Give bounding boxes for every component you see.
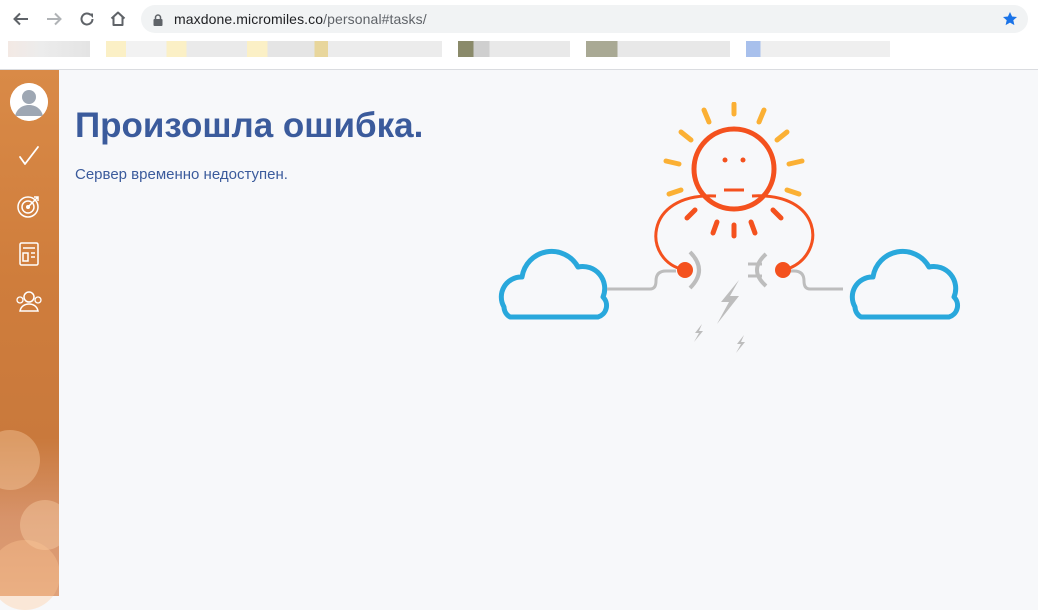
url-host: maxdone.micromiles.co xyxy=(174,11,324,27)
plug-right xyxy=(755,252,768,288)
browser-toolbar: maxdone.micromiles.co/personal#tasks/ xyxy=(0,0,1038,38)
reload-icon[interactable] xyxy=(75,7,99,31)
sun-eye-right xyxy=(740,157,746,163)
cloud-left xyxy=(498,248,609,320)
main-content: Произошла ошибка. Сервер временно недост… xyxy=(59,70,1038,596)
sidebar xyxy=(0,70,70,610)
sidebar-item-goals[interactable] xyxy=(9,186,49,226)
error-title: Произошла ошибка. xyxy=(75,106,424,145)
cable-right xyxy=(788,269,843,291)
checkmark-icon xyxy=(19,146,39,165)
cable-left xyxy=(607,269,676,291)
bookmark-item[interactable] xyxy=(586,41,730,57)
layout-icon xyxy=(19,242,39,266)
bookmark-item[interactable] xyxy=(106,41,442,57)
bookmarks-bar xyxy=(0,38,1038,70)
people-icon xyxy=(16,291,42,312)
bookmark-item[interactable] xyxy=(746,41,890,57)
lock-icon[interactable] xyxy=(153,13,163,31)
sun-eye-left xyxy=(722,157,728,163)
sidebar-bokeh xyxy=(0,430,40,490)
sidebar-bokeh xyxy=(0,540,60,610)
plug-dot-right xyxy=(775,262,791,278)
bookmark-item[interactable] xyxy=(8,41,90,57)
back-icon[interactable] xyxy=(9,7,33,31)
user-avatar-icon[interactable] xyxy=(10,83,48,121)
forward-icon[interactable] xyxy=(42,7,66,31)
lightning-small-right xyxy=(736,335,745,353)
sidebar-item-tasks[interactable] xyxy=(9,136,49,176)
error-message: Сервер временно недоступен. xyxy=(75,166,288,183)
url-path: /personal#tasks/ xyxy=(323,11,427,27)
cloud-right xyxy=(849,248,960,320)
sidebar-item-dashboard[interactable] xyxy=(9,234,49,274)
target-icon xyxy=(17,196,39,218)
sidebar-item-team[interactable] xyxy=(9,282,49,322)
sun-rays xyxy=(663,102,805,197)
home-icon[interactable] xyxy=(106,7,130,31)
bookmark-item[interactable] xyxy=(458,41,570,57)
server-down-illustration xyxy=(498,102,960,353)
cord-left xyxy=(654,194,717,272)
address-bar[interactable]: maxdone.micromiles.co/personal#tasks/ xyxy=(141,5,1028,33)
lightning-big xyxy=(717,280,739,324)
sun-rays-lower xyxy=(684,207,784,239)
sun-face xyxy=(691,126,777,212)
lightning-small-left xyxy=(694,324,703,342)
bookmark-star-icon[interactable] xyxy=(1002,11,1018,32)
url-text[interactable]: maxdone.micromiles.co/personal#tasks/ xyxy=(174,11,427,27)
